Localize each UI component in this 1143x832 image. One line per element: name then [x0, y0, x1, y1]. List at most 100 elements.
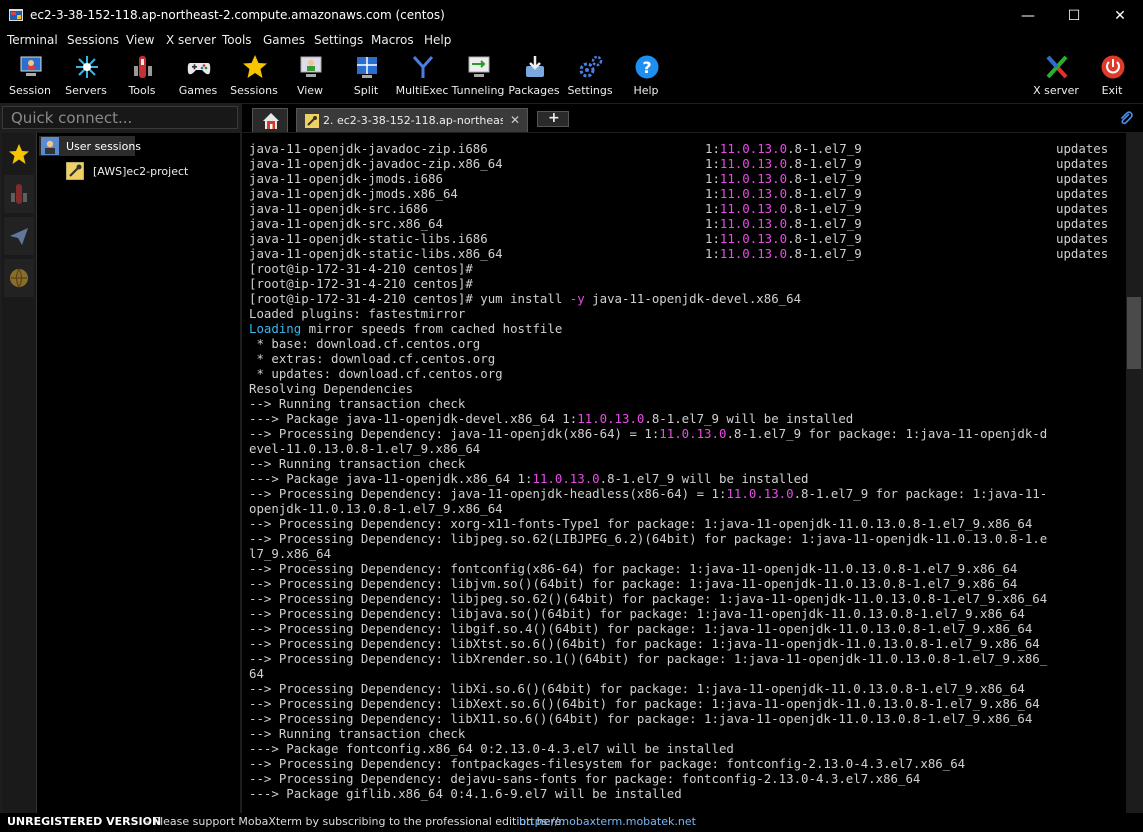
- menu-view[interactable]: View: [126, 33, 154, 47]
- terminal-line: evel-11.0.13.0.8-1.el7_9.x86_64: [249, 441, 480, 456]
- terminal-line: --> Processing Dependency: libjpeg.so.62…: [249, 531, 1047, 546]
- output-text: 64: [249, 666, 264, 681]
- package-version-highlight: 11.0.13.0: [719, 186, 788, 201]
- terminal-scrollbar[interactable]: [1126, 133, 1143, 813]
- toolbar-session-button[interactable]: Session: [2, 51, 58, 103]
- quick-connect-input[interactable]: [2, 106, 238, 129]
- package-version-highlight: 11.0.13.0: [719, 231, 788, 246]
- sidebar-tab-sftp[interactable]: [4, 259, 34, 297]
- menu-tools[interactable]: Tools: [222, 33, 252, 47]
- power-icon: [1101, 55, 1125, 79]
- menu-settings[interactable]: Settings: [314, 33, 363, 47]
- xserver-icon: [1046, 55, 1068, 79]
- output-text: --> Processing Dependency: libgif.so.4()…: [249, 621, 1033, 636]
- toolbar-exit-button[interactable]: Exit: [1084, 51, 1140, 103]
- session-tab-active[interactable]: 2. ec2-3-38-152-118.ap-northeast-2 ✕: [296, 108, 528, 132]
- user-sessions-label: User sessions: [66, 140, 142, 153]
- version-highlight: 11.0.13.0: [532, 471, 600, 486]
- toolbar-sessions-button[interactable]: Sessions: [226, 51, 282, 103]
- output-text: --> Processing Dependency: libXrender.so…: [249, 651, 1048, 666]
- terminal-line: java-11-openjdk-static-libs.x86_64 1:11.0…: [249, 246, 1108, 261]
- minimize-button[interactable]: —: [1005, 0, 1051, 31]
- sidebar-tab-sessions[interactable]: [4, 135, 34, 173]
- terminal-line: [root@ip-172-31-4-210 centos]#: [249, 261, 473, 276]
- terminal-line: ---> Package giflib.x86_64 0:4.1.6-9.el7…: [249, 786, 682, 801]
- toolbar-xserver-label: X server: [1033, 84, 1079, 97]
- session-tab-label: 2. ec2-3-38-152-118.ap-northeast-2: [323, 114, 503, 127]
- servers-icon: [76, 56, 98, 78]
- mobaxterm-app-icon: [9, 9, 23, 21]
- terminal-line: java-11-openjdk-src.i686 1:11.0.13.0.8-1.…: [249, 201, 1108, 216]
- terminal-output[interactable]: java-11-openjdk-javadoc-zip.i686 1:11.0.1…: [242, 133, 1126, 813]
- terminal-line: --> Processing Dependency: libjpeg.so.62…: [249, 591, 1047, 606]
- terminal-line: --> Processing Dependency: libjvm.so()(6…: [249, 576, 1017, 591]
- menu-macros[interactable]: Macros: [371, 33, 414, 47]
- package-repo: updates: [1056, 171, 1109, 186]
- output-text: --> Processing Dependency: libjvm.so()(6…: [249, 576, 1018, 591]
- user-sessions-icon: [41, 137, 59, 155]
- star-icon: [243, 55, 267, 78]
- toolbar-split-button[interactable]: Split: [338, 51, 394, 103]
- new-tab-button[interactable]: +: [537, 110, 569, 127]
- package-name: java-11-openjdk-javadoc-zip.x86_64: [249, 156, 503, 171]
- toolbar-packages-button[interactable]: Packages: [506, 51, 562, 103]
- plus-icon: +: [548, 110, 560, 126]
- output-text: openjdk-11.0.13.0.8-1.el7_9.x86_64: [249, 501, 503, 516]
- mobatek-link[interactable]: https://mobaxterm.mobatek.net: [519, 815, 696, 828]
- session-item-label: [AWS]ec2-project: [93, 165, 189, 178]
- menu-bar: Terminal Sessions View X server Tools Ga…: [0, 31, 1143, 51]
- terminal-line: --> Processing Dependency: libX11.so.6()…: [249, 711, 1032, 726]
- version-highlight: 11.0.13.0: [659, 426, 727, 441]
- package-repo: updates: [1056, 201, 1109, 216]
- terminal-line: java-11-openjdk-static-libs.i686 1:11.0.1…: [249, 231, 1108, 246]
- multiexec-icon: [412, 55, 434, 78]
- package-version-highlight: 11.0.13.0: [719, 171, 788, 186]
- package-repo: updates: [1056, 156, 1109, 171]
- menu-games[interactable]: Games: [263, 33, 305, 47]
- package-epoch: 1:: [705, 216, 720, 231]
- terminal-line: --> Processing Dependency: xorg-x11-font…: [249, 516, 1032, 531]
- package-version: 1:11.0.13.0.8-1.el7_9: [705, 186, 862, 201]
- toolbar-help-button[interactable]: ? Help: [618, 51, 674, 103]
- toolbar-tools-button[interactable]: Tools: [114, 51, 170, 103]
- package-name: java-11-openjdk-javadoc-zip.i686: [249, 141, 488, 156]
- toolbar-multiexec-button[interactable]: MultiExec: [394, 51, 450, 103]
- session-item-aws-ec2-project[interactable]: [AWS]ec2-project: [66, 161, 226, 181]
- toolbar-servers-button[interactable]: Servers: [58, 51, 114, 103]
- toolbar-packages-label: Packages: [508, 84, 560, 97]
- sidebar-tab-macros[interactable]: [4, 217, 34, 255]
- toolbar-xserver-button[interactable]: X server: [1028, 51, 1084, 103]
- toolbar-view-button[interactable]: View: [282, 51, 338, 103]
- toolbar-tunneling-label: Tunneling: [451, 84, 505, 97]
- package-version: 1:11.0.13.0.8-1.el7_9: [705, 141, 862, 156]
- toolbar-games-label: Games: [178, 84, 218, 97]
- scrollbar-thumb[interactable]: [1127, 297, 1141, 369]
- tools-icon: [11, 184, 27, 204]
- package-repo: updates: [1056, 186, 1109, 201]
- tab-close-icon[interactable]: ✕: [510, 113, 520, 127]
- menu-terminal[interactable]: Terminal: [7, 33, 58, 47]
- terminal-line: Loading mirror speeds from cached hostfi…: [249, 321, 562, 336]
- terminal-line: --> Processing Dependency: dejavu-sans-f…: [249, 771, 920, 786]
- globe-icon: [10, 268, 28, 289]
- package-repo: updates: [1056, 246, 1109, 261]
- toolbar-tunneling-button[interactable]: Tunneling: [450, 51, 506, 103]
- sidebar-tab-tools[interactable]: [4, 175, 34, 213]
- toolbar-games-button[interactable]: Games: [170, 51, 226, 103]
- maximize-button[interactable]: ☐: [1051, 0, 1097, 31]
- paperclip-icon[interactable]: [1118, 110, 1134, 126]
- user-sessions-node[interactable]: User sessions: [39, 136, 141, 156]
- shell-prompt: [root@ip-172-31-4-210 centos]#: [249, 276, 473, 291]
- terminal-line: * updates: download.cf.centos.org: [249, 366, 503, 381]
- home-tab[interactable]: [252, 108, 288, 132]
- toolbar-settings-button[interactable]: Settings: [562, 51, 618, 103]
- menu-sessions[interactable]: Sessions: [67, 33, 119, 47]
- menu-help[interactable]: Help: [424, 33, 451, 47]
- close-button[interactable]: ✕: [1097, 0, 1143, 31]
- terminal-line: * base: download.cf.centos.org: [249, 336, 480, 351]
- status-message: - Please support MobaXterm by subscribin…: [146, 815, 566, 828]
- toolbar-settings-label: Settings: [567, 84, 613, 97]
- tab-strip: 2. ec2-3-38-152-118.ap-northeast-2 ✕ +: [242, 104, 1143, 132]
- menu-x-server[interactable]: X server: [166, 33, 216, 47]
- mirror-line: * updates: download.cf.centos.org: [249, 366, 503, 381]
